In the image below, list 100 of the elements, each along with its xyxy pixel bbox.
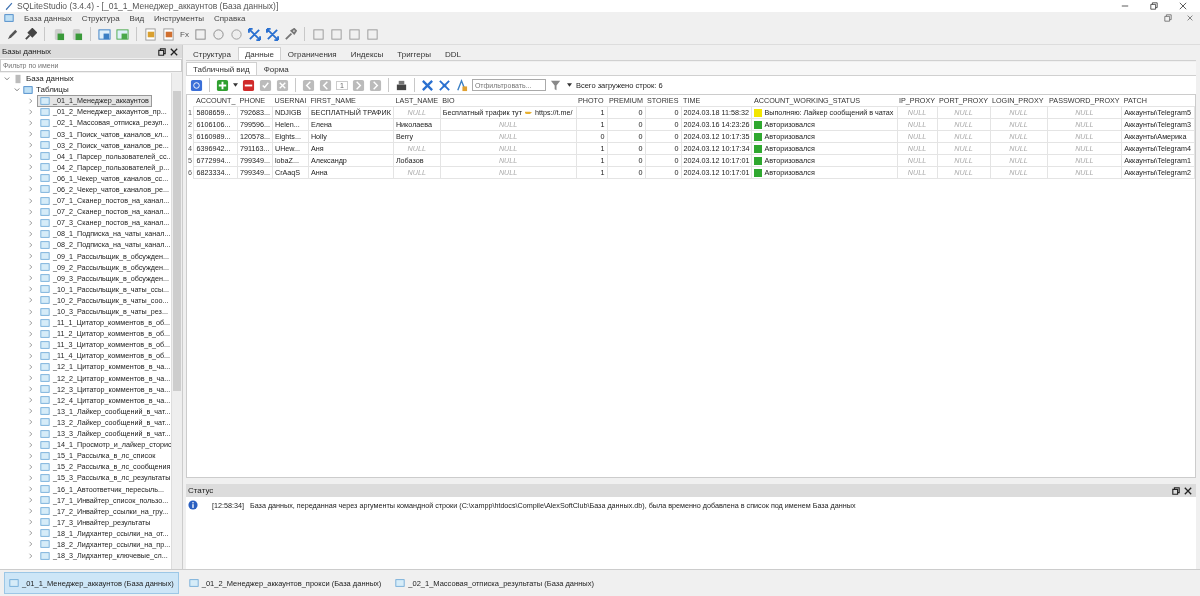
tree-item[interactable]: Таблицы: [0, 84, 171, 96]
table-icon: [40, 461, 50, 472]
chevron-icon[interactable]: [28, 230, 34, 237]
chevron-icon[interactable]: [28, 375, 34, 382]
database-icon[interactable]: [70, 27, 83, 41]
chevron-icon[interactable]: [28, 430, 34, 437]
note-icon[interactable]: [144, 27, 157, 41]
chevron-icon[interactable]: [28, 197, 34, 204]
restore-icon[interactable]: [1150, 2, 1158, 10]
table-icon: [40, 406, 50, 417]
chevron-icon[interactable]: [28, 131, 34, 137]
table-icon: [40, 217, 50, 228]
table-icon: [40, 550, 50, 561]
chevron-icon[interactable]: [28, 275, 34, 282]
table-icon: [395, 578, 406, 588]
menu-item[interactable]: Справка: [214, 13, 246, 23]
tree-item[interactable]: База данных: [0, 73, 171, 85]
chevron-icon[interactable]: [28, 408, 34, 415]
chevron-icon[interactable]: [28, 119, 34, 126]
chevron-icon[interactable]: [28, 486, 34, 492]
tab[interactable]: Данные: [237, 47, 281, 60]
chevron-icon[interactable]: [28, 319, 34, 326]
chevron-icon[interactable]: [28, 175, 34, 182]
chevron-icon[interactable]: [28, 208, 34, 215]
chevron-icon[interactable]: [28, 419, 34, 426]
chevron-icon[interactable]: [28, 164, 34, 171]
chevron-icon[interactable]: [28, 330, 34, 337]
table-icon: [9, 578, 19, 588]
caret-icon[interactable]: [233, 83, 238, 87]
chevron-icon[interactable]: [28, 153, 34, 160]
tab[interactable]: Структура: [186, 47, 238, 60]
function-button[interactable]: Fx: [180, 29, 189, 39]
chevron-icon[interactable]: [28, 508, 34, 515]
table-icon: [40, 162, 50, 173]
chevron-icon[interactable]: [28, 286, 34, 293]
chevron-icon[interactable]: [28, 97, 34, 104]
chevron-icon[interactable]: [28, 497, 34, 504]
chevron-icon[interactable]: [28, 219, 34, 226]
tab[interactable]: Ограничения: [280, 47, 344, 60]
chevron-icon[interactable]: [28, 552, 34, 559]
chevron-icon[interactable]: [28, 308, 34, 315]
table-icon: [40, 228, 50, 239]
chevron-icon[interactable]: [4, 75, 10, 82]
table-icon: [4, 13, 14, 23]
chevron-icon[interactable]: [28, 297, 34, 304]
close-icon[interactable]: [1184, 486, 1192, 495]
first-page-icon[interactable]: [302, 78, 315, 92]
close-icon[interactable]: [170, 47, 178, 56]
table-icon: [40, 384, 50, 395]
tab[interactable]: DDL: [437, 47, 468, 60]
chevron-icon[interactable]: [28, 264, 34, 271]
chevron-icon[interactable]: [28, 463, 34, 470]
refresh-icon[interactable]: [190, 78, 203, 92]
chevron-icon[interactable]: [28, 142, 34, 149]
circle-icon[interactable]: [211, 27, 225, 41]
chevron-icon[interactable]: [28, 364, 34, 370]
menu-item[interactable]: Структура: [81, 13, 120, 23]
restore-icon[interactable]: [1172, 486, 1180, 495]
last-page-icon[interactable]: [368, 78, 382, 92]
caret-icon[interactable]: [566, 83, 572, 87]
next-page-icon[interactable]: [351, 78, 365, 92]
printer-icon[interactable]: [394, 78, 408, 92]
text-format-icon[interactable]: [454, 78, 468, 92]
tab[interactable]: Индексы: [343, 47, 391, 60]
tab[interactable]: Триггеры: [390, 47, 438, 60]
chevron-icon[interactable]: [28, 186, 34, 193]
chevron-icon[interactable]: [28, 541, 34, 548]
chevron-icon[interactable]: [28, 519, 34, 526]
chevron-icon[interactable]: [28, 108, 34, 115]
table-icon: [40, 206, 50, 217]
chevron-icon[interactable]: [28, 441, 34, 448]
restore-icon[interactable]: [158, 47, 166, 56]
table-icon[interactable]: [116, 27, 129, 41]
chevron-icon[interactable]: [28, 352, 34, 359]
tab[interactable]: Табличный вид: [186, 62, 257, 75]
wrench-icon[interactable]: [283, 27, 297, 41]
chevron-icon[interactable]: [28, 530, 34, 537]
table-icon: [40, 472, 50, 483]
table-icon: [40, 506, 50, 517]
chevron-icon[interactable]: [28, 253, 34, 260]
scrollbar[interactable]: [171, 73, 182, 569]
chevron-icon[interactable]: [14, 86, 20, 93]
table-icon[interactable]: [98, 27, 111, 41]
chevron-icon[interactable]: [28, 452, 34, 459]
close-icon[interactable]: [1179, 2, 1187, 10]
menu-item[interactable]: База данных: [24, 13, 72, 23]
chevron-icon[interactable]: [28, 341, 34, 348]
minimize-icon[interactable]: [1121, 2, 1129, 10]
chevron-icon[interactable]: [28, 386, 34, 393]
menu-item[interactable]: Инструменты: [154, 13, 204, 23]
chevron-icon[interactable]: [28, 474, 34, 481]
tab[interactable]: Форма: [256, 62, 296, 75]
table-icon: [40, 251, 50, 262]
delete-row-icon[interactable]: [242, 78, 255, 92]
previous-page-icon[interactable]: [319, 78, 332, 92]
rollback-icon[interactable]: [276, 78, 289, 92]
chevron-icon[interactable]: [28, 241, 34, 248]
pencil-icon[interactable]: [6, 27, 19, 41]
menu-item[interactable]: Вид: [129, 13, 145, 23]
chevron-icon[interactable]: [28, 397, 34, 404]
